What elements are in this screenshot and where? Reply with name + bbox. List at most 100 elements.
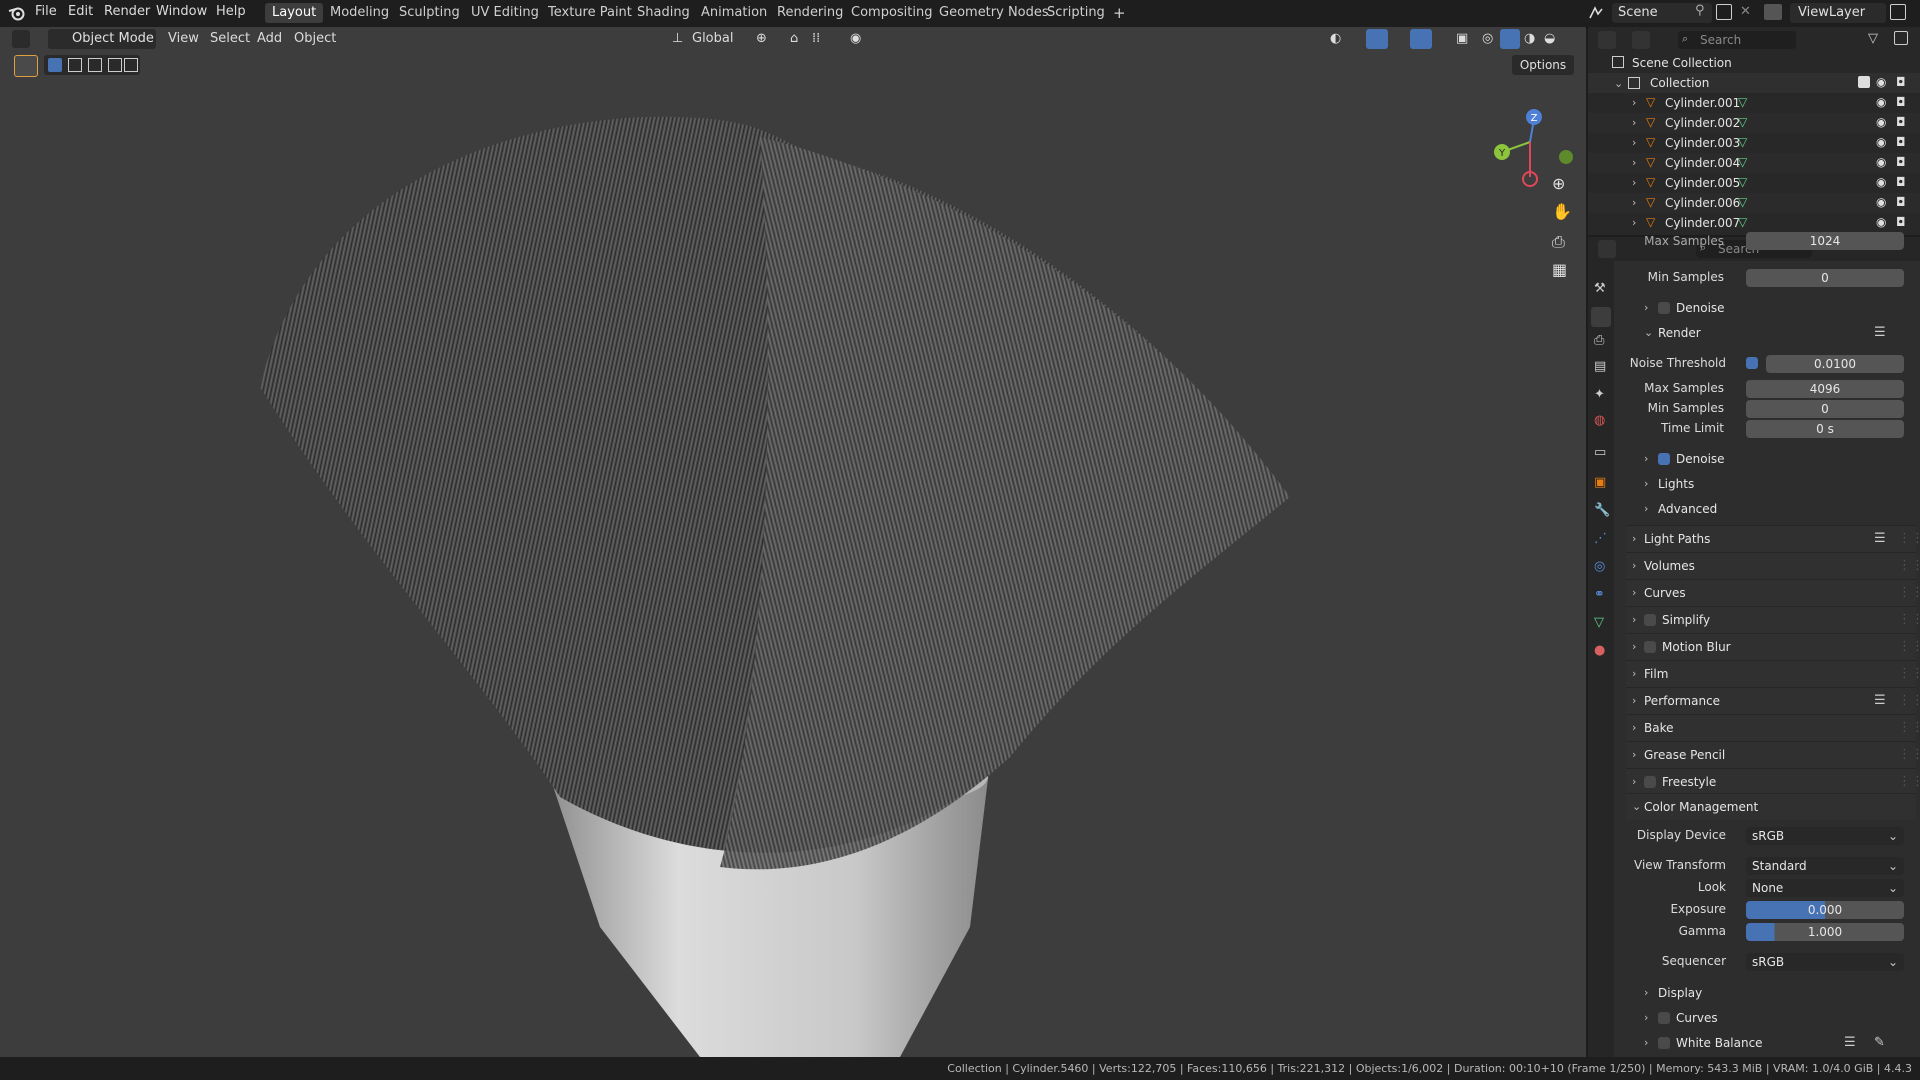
view-layer-icon[interactable] [1764, 4, 1782, 20]
tab-geometry-nodes[interactable]: Geometry Nodes [932, 3, 1056, 23]
eye-icon[interactable]: ◉ [1876, 135, 1886, 149]
drag-handle-icon[interactable]: ⋮⋮ [1898, 612, 1920, 627]
chevron-right-icon[interactable]: › [1632, 559, 1636, 572]
tab-texture-paint[interactable]: Texture Paint [541, 3, 639, 23]
chevron-right-icon[interactable]: › [1644, 477, 1648, 490]
outliner-object-row[interactable]: › ▽ Cylinder.001 ▽ ◉ ◘ [1588, 93, 1920, 113]
outliner-object-row[interactable]: › ▽ Cylinder.007 ▽ ◉ ◘ [1588, 213, 1920, 233]
filter-icon[interactable]: ▽ [1868, 31, 1878, 46]
max-samples-field[interactable]: 4096 [1746, 380, 1904, 398]
drag-handle-icon[interactable]: ⋮⋮ [1898, 720, 1920, 735]
presets-list-icon[interactable]: ☰ [1874, 325, 1886, 340]
camera-icon[interactable]: ◘ [1896, 135, 1906, 149]
panel-grease-pencil[interactable]: › Grease Pencil ⋮⋮ [1626, 741, 1920, 768]
chevron-right-icon[interactable]: › [1632, 667, 1636, 680]
tab-modeling[interactable]: Modeling [323, 3, 396, 23]
white-balance-subpanel[interactable]: White Balance [1676, 1036, 1763, 1050]
min-samples-field-top[interactable]: 0 [1746, 269, 1904, 287]
chevron-right-icon[interactable]: › [1632, 532, 1636, 545]
menu-render[interactable]: Render [104, 4, 150, 19]
denoise-checkbox-2[interactable] [1658, 453, 1670, 465]
chevron-right-icon[interactable]: › [1632, 613, 1636, 626]
chevron-down-icon[interactable]: ⌄ [1644, 326, 1653, 339]
outliner-object-row[interactable]: › ▽ Cylinder.005 ▽ ◉ ◘ [1588, 173, 1920, 193]
menu-help[interactable]: Help [216, 4, 246, 19]
display-subpanel[interactable]: Display [1658, 986, 1702, 1000]
panel-simplify[interactable]: › Simplify ⋮⋮ [1626, 606, 1920, 633]
view-layer-tab-icon[interactable]: ▤ [1594, 359, 1606, 374]
navigation-gizmo[interactable]: Z Y [1490, 97, 1580, 197]
noise-threshold-checkbox[interactable] [1746, 357, 1758, 369]
chevron-right-icon[interactable]: › [1632, 156, 1636, 169]
white-balance-checkbox[interactable] [1658, 1037, 1670, 1049]
curves-checkbox[interactable] [1658, 1012, 1670, 1024]
panel-volumes[interactable]: › Volumes ⋮⋮ [1626, 552, 1920, 579]
output-tab-icon[interactable]: ⎙ [1594, 333, 1604, 348]
chevron-right-icon[interactable]: › [1632, 136, 1636, 149]
lights-subpanel[interactable]: Lights [1658, 477, 1694, 491]
panel-motion-blur[interactable]: › Motion Blur ⋮⋮ [1626, 633, 1920, 660]
sequencer-dropdown[interactable]: sRGB ⌄ [1746, 953, 1904, 971]
chevron-right-icon[interactable]: › [1632, 216, 1636, 229]
tab-compositing[interactable]: Compositing [844, 3, 940, 23]
tab-sculpting[interactable]: Sculpting [392, 3, 467, 23]
3d-viewport[interactable]: Object Mode View Select Add Object ⊥ Glo… [0, 27, 1586, 1057]
panel-bake[interactable]: › Bake ⋮⋮ [1626, 714, 1920, 741]
max-samples-field-top[interactable]: 1024 [1746, 232, 1904, 250]
outliner-object-row[interactable]: › ▽ Cylinder.006 ▽ ◉ ◘ [1588, 193, 1920, 213]
collection-row[interactable]: ⌄ Collection ◉ ◘ [1588, 73, 1920, 93]
presets-list-icon[interactable]: ☰ [1874, 531, 1886, 546]
drag-handle-icon[interactable]: ⋮⋮ [1898, 747, 1920, 762]
camera-view-icon[interactable]: ⎙ [1552, 232, 1565, 252]
advanced-subpanel[interactable]: Advanced [1658, 502, 1717, 516]
chevron-right-icon[interactable]: › [1644, 986, 1648, 999]
chevron-right-icon[interactable]: › [1632, 748, 1636, 761]
chevron-right-icon[interactable]: › [1632, 116, 1636, 129]
tab-uv-editing[interactable]: UV Editing [464, 3, 546, 23]
eye-icon[interactable]: ◉ [1876, 215, 1886, 229]
curves-subpanel[interactable]: Curves [1676, 1011, 1718, 1025]
drag-handle-icon[interactable]: ⋮⋮ [1898, 693, 1920, 708]
blender-logo-icon[interactable] [8, 4, 26, 22]
tab-shading[interactable]: Shading [630, 3, 697, 23]
new-scene-icon[interactable] [1716, 4, 1732, 20]
presets-list-icon[interactable]: ☰ [1874, 693, 1886, 708]
render-tab-icon[interactable] [1591, 307, 1611, 327]
drag-handle-icon[interactable]: ⋮⋮ [1898, 558, 1920, 573]
menu-file[interactable]: File [35, 4, 57, 19]
panel-checkbox[interactable] [1644, 614, 1656, 626]
chevron-right-icon[interactable]: › [1632, 721, 1636, 734]
chevron-right-icon[interactable]: › [1644, 1036, 1648, 1049]
outliner-editor-type-icon[interactable] [1598, 31, 1616, 49]
tab-rendering[interactable]: Rendering [770, 3, 850, 23]
noise-threshold-field[interactable]: 0.0100 [1766, 355, 1904, 373]
chevron-right-icon[interactable]: › [1632, 176, 1636, 189]
chevron-down-icon[interactable]: ⌄ [1632, 800, 1641, 813]
collection-tab-icon[interactable]: ▭ [1594, 445, 1606, 460]
panel-checkbox[interactable] [1644, 641, 1656, 653]
eye-icon[interactable]: ◉ [1876, 155, 1886, 169]
drag-handle-icon[interactable]: ⋮⋮ [1898, 666, 1920, 681]
add-workspace-button[interactable]: + [1106, 3, 1133, 23]
panel-freestyle[interactable]: › Freestyle ⋮⋮ [1626, 768, 1920, 795]
chevron-right-icon[interactable]: › [1632, 96, 1636, 109]
pin-icon[interactable]: ⚲ [1695, 3, 1705, 18]
eye-icon[interactable]: ◉ [1876, 95, 1886, 109]
denoise-checkbox-1[interactable] [1658, 302, 1670, 314]
data-tab-icon[interactable]: ▽ [1594, 615, 1604, 630]
scene-tab-icon[interactable]: ✦ [1594, 387, 1605, 402]
camera-icon[interactable]: ◘ [1896, 175, 1906, 189]
gamma-slider[interactable]: 1.000 [1746, 923, 1904, 941]
pan-hand-icon[interactable]: ✋ [1552, 202, 1572, 221]
tab-animation[interactable]: Animation [694, 3, 774, 23]
menu-window[interactable]: Window [156, 4, 207, 19]
camera-icon[interactable]: ◘ [1896, 215, 1906, 229]
drag-handle-icon[interactable]: ⋮⋮ [1898, 531, 1920, 546]
panel-film[interactable]: › Film ⋮⋮ [1626, 660, 1920, 687]
physics-tab-icon[interactable]: ◎ [1594, 559, 1605, 574]
constraints-tab-icon[interactable]: ⚭ [1594, 587, 1605, 602]
render-subpanel[interactable]: Render [1658, 326, 1701, 340]
exposure-slider[interactable]: 0.000 [1746, 901, 1904, 919]
panel-curves[interactable]: › Curves ⋮⋮ [1626, 579, 1920, 606]
chevron-right-icon[interactable]: › [1644, 1011, 1648, 1024]
